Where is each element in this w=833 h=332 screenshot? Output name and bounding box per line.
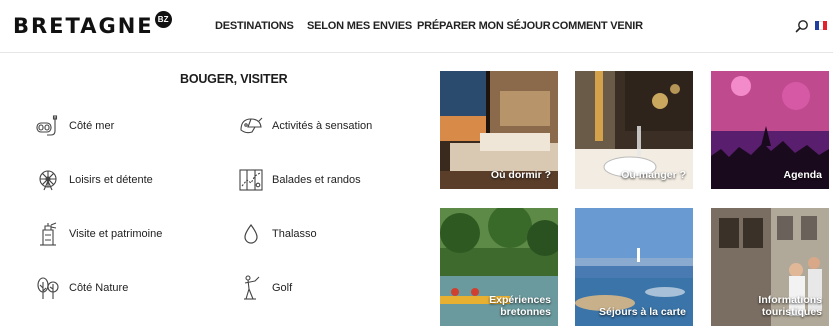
tile-label: Séjours à la carte [599, 306, 686, 318]
nav-selon-mes-envies[interactable]: SELON MES ENVIES [307, 20, 412, 32]
menu-item-label: Thalasso [272, 228, 317, 240]
search-icon[interactable] [795, 19, 809, 33]
tile-sejours-a-la-carte[interactable]: Séjours à la carte [575, 208, 693, 326]
top-header: BRETAGNE BZ DESTINATIONS SELON MES ENVIE… [0, 0, 833, 53]
tile-label: Informations touristiques [758, 294, 822, 318]
tile-label: Agenda [783, 169, 822, 181]
nav-destinations[interactable]: DESTINATIONS [215, 20, 294, 32]
nav-preparer-mon-sejour[interactable]: PRÉPARER MON SÉJOUR [417, 20, 551, 32]
logo-badge: BZ [154, 11, 172, 28]
menu-item-loisirs-detente[interactable]: Loisirs et détente [33, 166, 153, 194]
menu-item-thalasso[interactable]: Thalasso [236, 220, 317, 248]
bretagne-logo[interactable]: BRETAGNE BZ [13, 11, 172, 39]
menu-item-label: Côté Nature [69, 282, 129, 294]
tile-label: Expériences bretonnes [489, 294, 551, 318]
menu-item-label: Visite et patrimoine [69, 228, 163, 240]
ferris-wheel-icon [33, 166, 63, 194]
tile-agenda[interactable]: Agenda [711, 71, 829, 189]
map-icon [236, 166, 266, 194]
tile-informations-touristiques[interactable]: Informations touristiques [711, 208, 829, 326]
tile-experiences-bretonnes[interactable]: Expériences bretonnes [440, 208, 558, 326]
golf-icon [236, 274, 266, 302]
menu-item-activites-sensation[interactable]: Activités à sensation [236, 112, 372, 140]
helmet-icon [236, 112, 266, 140]
logo-text: BRETAGNE [13, 14, 154, 38]
menu-item-cote-nature[interactable]: Côté Nature [33, 274, 128, 302]
french-flag-icon[interactable] [815, 21, 827, 30]
menu-item-label: Balades et randos [272, 174, 361, 186]
menu-item-golf[interactable]: Golf [236, 274, 292, 302]
menu-item-visite-patrimoine[interactable]: Visite et patrimoine [33, 220, 162, 248]
tile-ou-manger[interactable]: Où manger ? [575, 71, 693, 189]
menu-item-label: Activités à sensation [272, 120, 373, 132]
nav-comment-venir[interactable]: COMMENT VENIR [552, 20, 643, 32]
tile-label: Où dormir ? [490, 169, 551, 181]
lighthouse-icon [33, 220, 63, 248]
tile-ou-dormir[interactable]: Où dormir ? [440, 71, 558, 189]
section-title: BOUGER, VISITER [180, 72, 288, 86]
menu-item-cote-mer[interactable]: Côté mer [33, 112, 114, 140]
snorkel-icon [33, 112, 63, 140]
menu-item-label: Loisirs et détente [69, 174, 153, 186]
menu-item-balades-randos[interactable]: Balades et randos [236, 166, 361, 194]
tile-label: Où manger ? [621, 169, 686, 181]
menu-item-label: Golf [272, 282, 293, 294]
trees-icon [33, 274, 63, 302]
menu-item-label: Côté mer [69, 120, 115, 132]
water-drop-icon [236, 220, 266, 248]
